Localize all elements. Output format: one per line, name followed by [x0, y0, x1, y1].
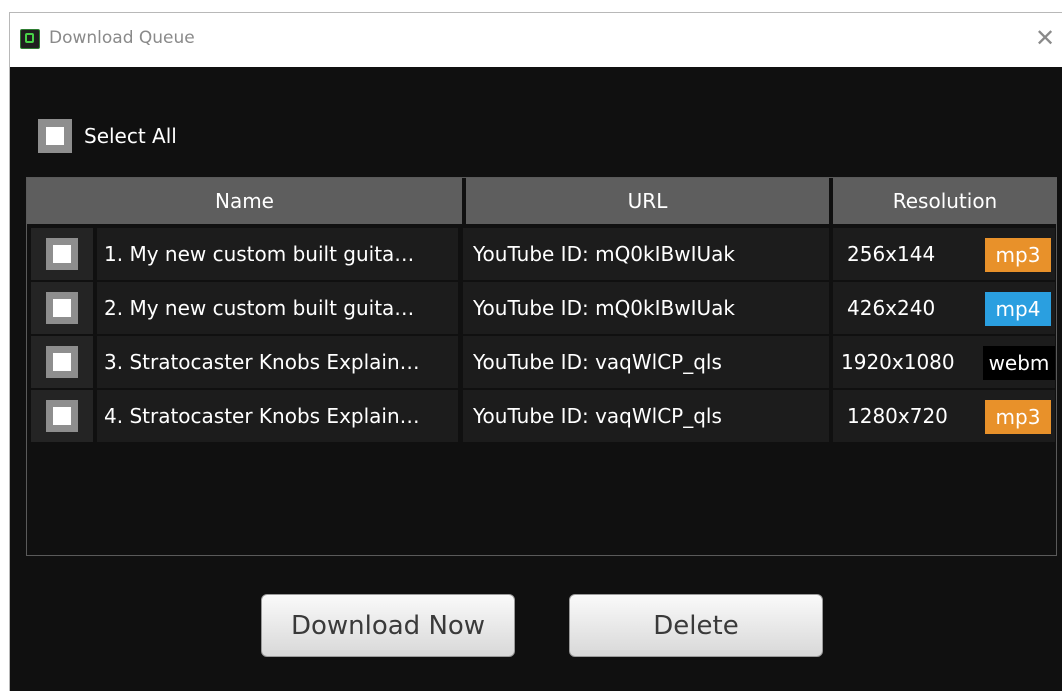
column-header-url-label: URL	[627, 189, 668, 213]
queue-table: Name URL Resolution 1. My new custom bui…	[26, 177, 1057, 556]
column-header-name[interactable]: Name	[27, 178, 462, 224]
select-all-checkbox[interactable]	[38, 119, 72, 153]
row-resolution: 1280x720	[847, 404, 948, 428]
row-name: 2. My new custom built guita…	[97, 282, 458, 334]
table-row[interactable]: 4. Stratocaster Knobs Explain… YouTube I…	[27, 390, 1056, 442]
row-url: YouTube ID: vaqWlCP_qls	[463, 390, 829, 442]
row-resolution-cell: 426x240 mp4	[833, 282, 1055, 334]
row-checkbox[interactable]	[46, 346, 78, 378]
select-all-label: Select All	[84, 124, 177, 148]
delete-button[interactable]: Delete	[569, 594, 823, 657]
title-bar: Download Queue ✕	[10, 13, 1062, 67]
column-header-name-label: Name	[214, 189, 274, 213]
row-resolution-cell: 1920x1080 webm	[833, 336, 1055, 388]
row-url: YouTube ID: mQ0kIBwIUak	[463, 228, 829, 280]
app-logo-icon	[20, 29, 40, 49]
column-header-resolution-label: Resolution	[892, 189, 998, 213]
select-all-control[interactable]: Select All	[38, 119, 177, 153]
table-row[interactable]: 3. Stratocaster Knobs Explain… YouTube I…	[27, 336, 1056, 388]
row-checkbox[interactable]	[46, 292, 78, 324]
row-checkbox[interactable]	[46, 400, 78, 432]
row-resolution-cell: 256x144 mp3	[833, 228, 1055, 280]
format-badge: webm	[983, 346, 1055, 380]
row-resolution-cell: 1280x720 mp3	[833, 390, 1055, 442]
table-row[interactable]: 2. My new custom built guita… YouTube ID…	[27, 282, 1056, 334]
row-checkbox[interactable]	[46, 238, 78, 270]
format-badge: mp3	[985, 238, 1051, 272]
format-badge: mp4	[985, 292, 1051, 326]
row-resolution: 426x240	[847, 296, 936, 320]
column-header-resolution[interactable]: Resolution	[833, 178, 1057, 224]
row-name: 4. Stratocaster Knobs Explain…	[97, 390, 458, 442]
row-name: 1. My new custom built guita…	[97, 228, 458, 280]
column-header-url[interactable]: URL	[466, 178, 829, 224]
window-title: Download Queue	[49, 28, 195, 48]
row-url: YouTube ID: mQ0kIBwIUak	[463, 282, 829, 334]
download-now-button[interactable]: Download Now	[261, 594, 515, 657]
row-resolution: 1920x1080	[841, 350, 955, 374]
table-header: Name URL Resolution	[27, 178, 1057, 224]
row-url: YouTube ID: vaqWlCP_qls	[463, 336, 829, 388]
close-icon[interactable]: ✕	[1032, 25, 1058, 51]
row-checkbox-cell	[31, 336, 93, 388]
row-resolution: 256x144	[847, 242, 936, 266]
table-row[interactable]: 1. My new custom built guita… YouTube ID…	[27, 228, 1056, 280]
download-queue-window: Download Queue ✕ Select All Name URL Res…	[9, 12, 1062, 691]
row-checkbox-cell	[31, 228, 93, 280]
row-checkbox-cell	[31, 282, 93, 334]
row-checkbox-cell	[31, 390, 93, 442]
format-badge: mp3	[985, 400, 1051, 434]
row-name: 3. Stratocaster Knobs Explain…	[97, 336, 458, 388]
